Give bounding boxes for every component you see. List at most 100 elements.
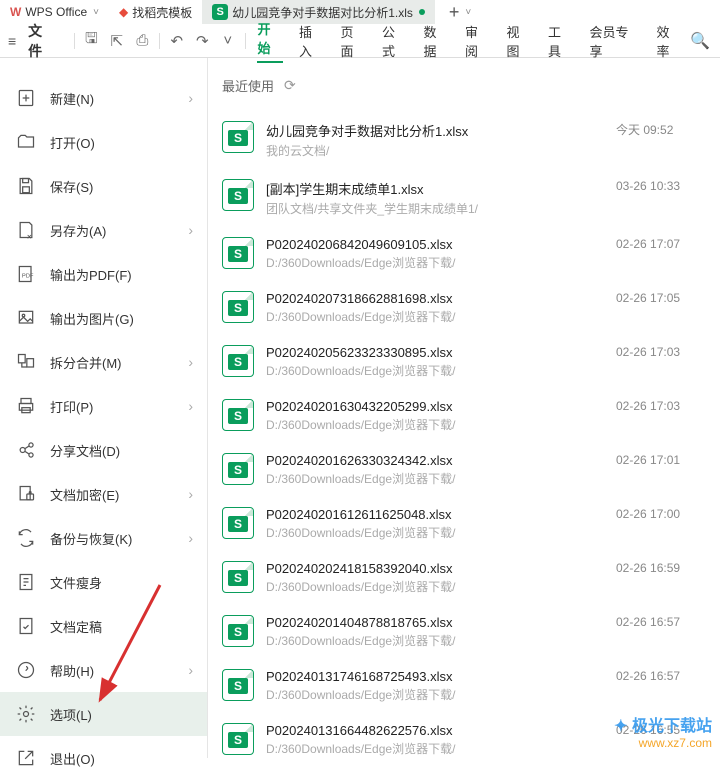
file-type-icon: S <box>222 615 254 647</box>
file-row[interactable]: SP020240131746168725493.xlsxD:/360Downlo… <box>222 661 706 715</box>
sidebar-item-0[interactable]: 新建(N)› <box>0 76 207 120</box>
file-row[interactable]: S[副本]学生期末成绩单1.xlsx团队文档/共享文件夹_学生期末成绩单1/03… <box>222 171 706 229</box>
file-row[interactable]: S P020240201630432205299.xlsxD:/360Downlo… <box>222 391 706 445</box>
file-time: 02-26 17:03 <box>616 345 706 359</box>
file-type-icon: S <box>222 669 254 701</box>
sidebar-item-15[interactable]: 退出(O) <box>0 736 207 780</box>
sidebar-label: 文档加密(E) <box>50 485 119 504</box>
file-row[interactable]: SP020240201626330324342.xlsxD:/360Downlo… <box>222 445 706 499</box>
menu-start[interactable]: 开始 <box>257 19 283 63</box>
sidebar-item-10[interactable]: 备份与恢复(K)› <box>0 516 207 560</box>
file-row[interactable]: SP020240207318662881698.xlsxD:/360Downlo… <box>222 283 706 337</box>
chevron-down-icon: ˅ <box>93 7 99 18</box>
file-row[interactable]: SP020240206842049609105.xlsxD:/360Downlo… <box>222 229 706 283</box>
undo-icon[interactable]: ↶ <box>164 32 189 50</box>
menu-efficiency[interactable]: 效率 <box>656 22 682 60</box>
file-info: P020240201630432205299.xlsxD:/360Downloa… <box>266 399 616 433</box>
watermark: ✦ 极光下载站 www.xz7.com <box>614 712 712 750</box>
file-path: 团队文档/共享文件夹_学生期末成绩单1/ <box>266 200 616 217</box>
recent-files-panel: 最近使用 ⟳ S幼儿园竞争对手数据对比分析1.xlsx我的云文档/今天 09:5… <box>208 58 720 758</box>
titlebar: W WPS Office ˅ ◆ 找稻壳模板 S 幼儿园竞争对手数据对比分析1.… <box>0 0 720 24</box>
search-icon[interactable]: 🔍 <box>690 31 710 51</box>
file-menu-sidebar: 新建(N)›打开(O)保存(S)另存为(A)›PDF输出为PDF(F)输出为图片… <box>0 58 208 758</box>
file-row[interactable]: S幼儿园竞争对手数据对比分析1.xlsx我的云文档/今天 09:52 <box>222 113 706 171</box>
sidebar-item-2[interactable]: 保存(S) <box>0 164 207 208</box>
sidebar-item-9[interactable]: 文档加密(E)› <box>0 472 207 516</box>
template-tab[interactable]: ◆ 找稻壳模板 <box>109 0 202 24</box>
file-path: D:/360Downloads/Edge浏览器下载/ <box>266 416 616 433</box>
print-icon[interactable]: ⎙ <box>130 32 155 49</box>
sidebar-icon <box>14 220 38 240</box>
file-name: 幼儿园竞争对手数据对比分析1.xlsx <box>266 121 616 140</box>
menu-page[interactable]: 页面 <box>340 22 366 60</box>
file-type-icon: S <box>222 399 254 431</box>
file-time: 02-26 17:05 <box>616 291 706 305</box>
file-type-icon: S <box>222 561 254 593</box>
file-path: D:/360Downloads/Edge浏览器下载/ <box>266 362 616 379</box>
file-row[interactable]: SP020240201612611625048.xlsxD:/360Downlo… <box>222 499 706 553</box>
sidebar-item-3[interactable]: 另存为(A)› <box>0 208 207 252</box>
sidebar-label: 新建(N) <box>50 89 94 108</box>
menu-data[interactable]: 数据 <box>423 22 449 60</box>
sidebar-item-14[interactable]: 选项(L) <box>0 692 207 736</box>
file-path: D:/360Downloads/Edge浏览器下载/ <box>266 578 616 595</box>
menu-review[interactable]: 审阅 <box>465 22 491 60</box>
file-info: P020240205623323330895.xlsxD:/360Downloa… <box>266 345 616 379</box>
file-time: 02-26 16:57 <box>616 615 706 629</box>
menu-formula[interactable]: 公式 <box>382 22 408 60</box>
new-tab-button[interactable]: + ˅ <box>435 0 485 24</box>
dropdown-icon[interactable]: ˅ <box>215 32 240 49</box>
sidebar-label: 帮助(H) <box>50 661 94 680</box>
sidebar-item-5[interactable]: 输出为图片(G) <box>0 296 207 340</box>
sidebar-item-12[interactable]: 文档定稿 <box>0 604 207 648</box>
hamburger-icon[interactable]: ≡ <box>8 33 16 49</box>
refresh-icon[interactable]: ⟳ <box>284 77 296 94</box>
sidebar-icon <box>14 176 38 196</box>
file-info: P020240206842049609105.xlsxD:/360Downloa… <box>266 237 616 271</box>
file-row[interactable]: SP020240205623323330895.xlsxD:/360Downlo… <box>222 337 706 391</box>
file-path: D:/360Downloads/Edge浏览器下载/ <box>266 686 616 703</box>
menu-tools[interactable]: 工具 <box>548 22 574 60</box>
sidebar-item-8[interactable]: 分享文档(D) <box>0 428 207 472</box>
document-tab[interactable]: S 幼儿园竞争对手数据对比分析1.xls <box>202 0 435 24</box>
sidebar-icon <box>14 132 38 152</box>
file-info: [副本]学生期末成绩单1.xlsx团队文档/共享文件夹_学生期末成绩单1/ <box>266 179 616 217</box>
file-list: S幼儿园竞争对手数据对比分析1.xlsx我的云文档/今天 09:52S[副本]学… <box>222 113 706 758</box>
sidebar-item-13[interactable]: 帮助(H)› <box>0 648 207 692</box>
sidebar-label: 退出(O) <box>50 749 95 768</box>
redo-icon[interactable]: ↷ <box>190 32 215 50</box>
file-menu-button[interactable]: 文件 <box>22 18 61 64</box>
file-row[interactable]: S P020240202418158392040.xlsxD:/360Downlo… <box>222 553 706 607</box>
export-icon[interactable]: ⇱ <box>104 32 129 50</box>
sidebar-item-4[interactable]: PDF输出为PDF(F) <box>0 252 207 296</box>
sidebar-item-1[interactable]: 打开(O) <box>0 120 207 164</box>
file-path: D:/360Downloads/Edge浏览器下载/ <box>266 740 616 757</box>
template-tab-label: 找稻壳模板 <box>132 4 192 21</box>
file-time: 02-26 17:03 <box>616 399 706 413</box>
file-name: P020240201404878818765.xlsx <box>266 615 616 630</box>
separator <box>245 33 246 49</box>
file-info: P020240202418158392040.xlsxD:/360Downloa… <box>266 561 616 595</box>
menu-view[interactable]: 视图 <box>506 22 532 60</box>
menu-vip[interactable]: 会员专享 <box>589 22 640 60</box>
save-icon[interactable]: 🖫 <box>79 28 104 53</box>
file-path: D:/360Downloads/Edge浏览器下载/ <box>266 470 616 487</box>
file-type-icon: S <box>222 507 254 539</box>
file-time: 02-26 17:07 <box>616 237 706 251</box>
sidebar-item-11[interactable]: 文件瘦身 <box>0 560 207 604</box>
chevron-right-icon: › <box>188 398 193 414</box>
file-time: 02-26 16:59 <box>616 561 706 575</box>
sidebar-item-7[interactable]: 打印(P)› <box>0 384 207 428</box>
sidebar-label: 分享文档(D) <box>50 441 120 460</box>
sidebar-label: 输出为图片(G) <box>50 309 134 328</box>
svg-text:PDF: PDF <box>22 273 34 279</box>
sidebar-icon <box>14 616 38 636</box>
file-path: 我的云文档/ <box>266 142 616 159</box>
sidebar-icon <box>14 396 38 416</box>
sidebar-item-6[interactable]: 拆分合并(M)› <box>0 340 207 384</box>
menu-insert[interactable]: 插入 <box>299 22 325 60</box>
chevron-right-icon: › <box>188 222 193 238</box>
sidebar-label: 文件瘦身 <box>50 573 102 592</box>
file-path: D:/360Downloads/Edge浏览器下载/ <box>266 524 616 541</box>
file-row[interactable]: SP020240201404878818765.xlsxD:/360Downlo… <box>222 607 706 661</box>
